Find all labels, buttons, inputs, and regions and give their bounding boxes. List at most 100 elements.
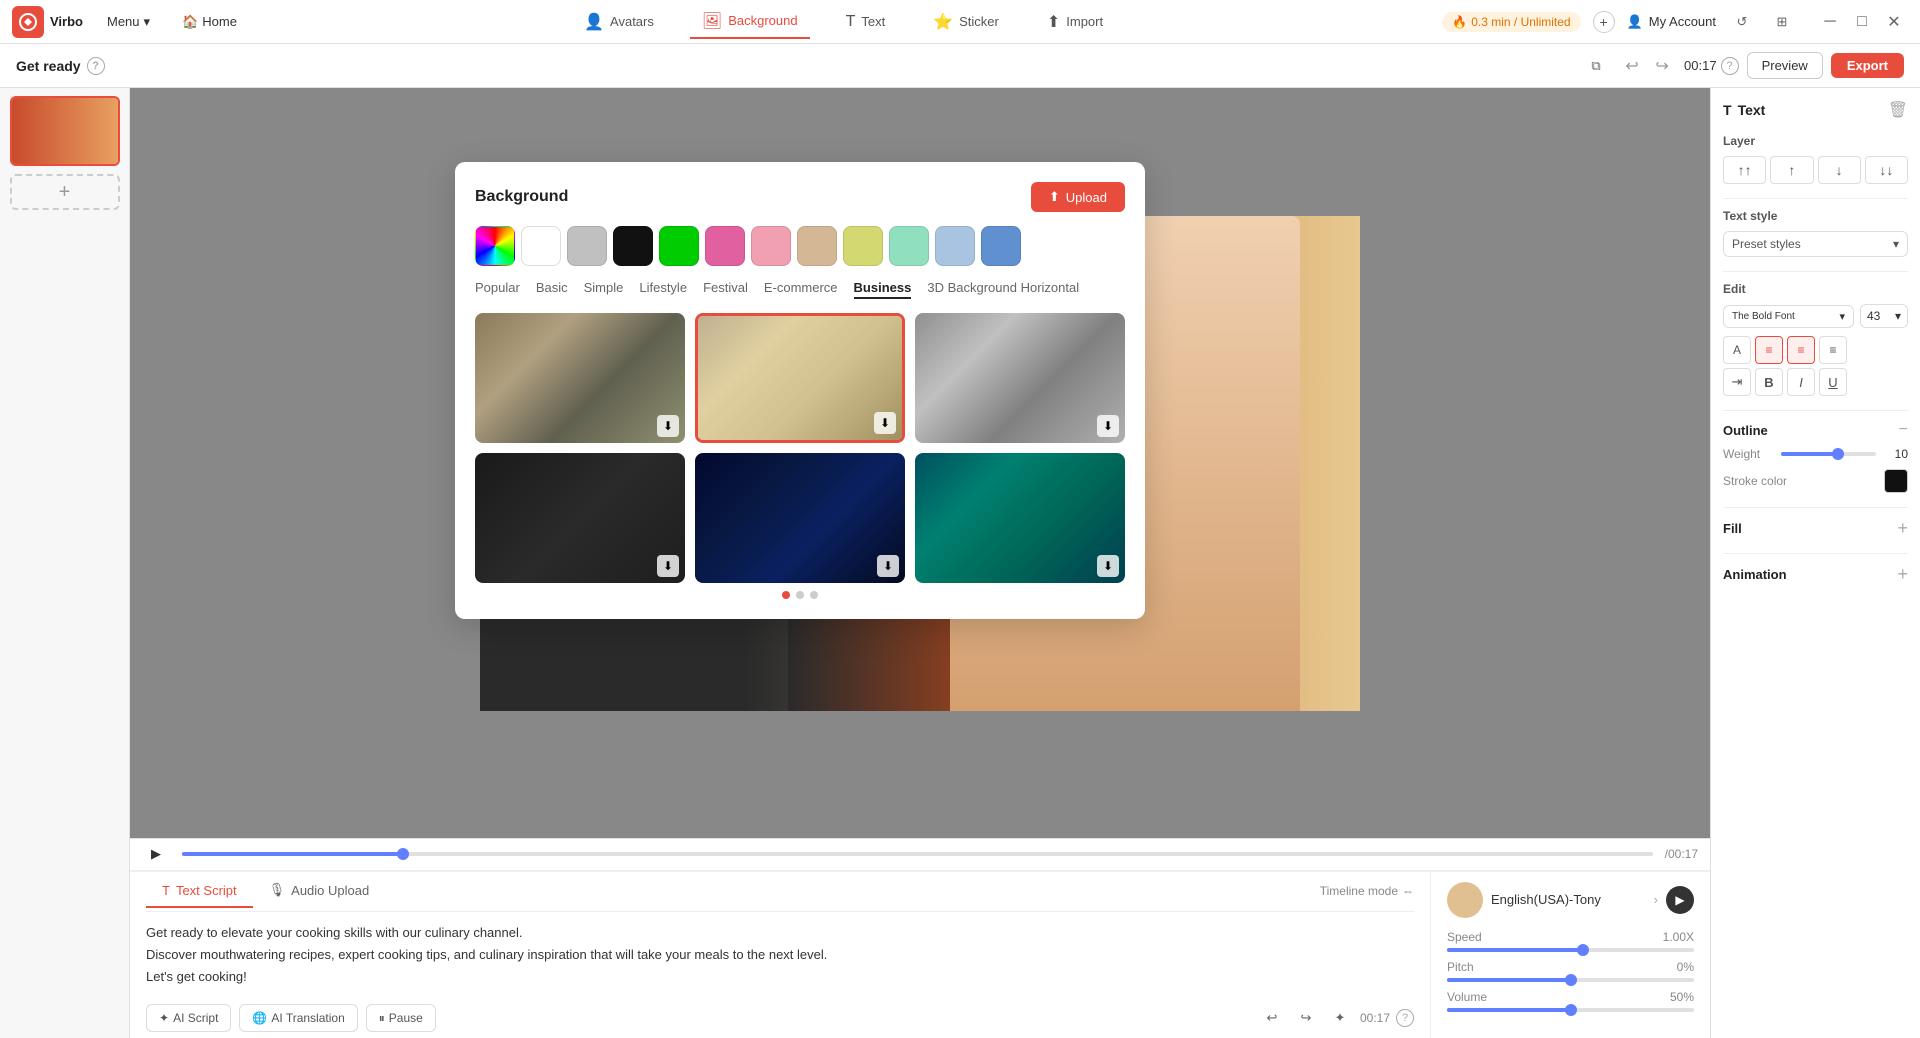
time-help-icon[interactable]: ? xyxy=(1721,57,1739,75)
dot-1[interactable] xyxy=(782,591,790,599)
layer-up-button[interactable]: ↑ xyxy=(1770,156,1813,184)
swatch-white[interactable] xyxy=(521,226,561,266)
delete-icon[interactable]: 🗑 xyxy=(1888,100,1908,120)
bg-item-data1[interactable]: ⬇ xyxy=(695,453,905,583)
script-help-icon[interactable]: ? xyxy=(1396,1009,1414,1027)
account-button[interactable]: 👤 My Account xyxy=(1627,14,1716,30)
top-nav: 👤 Avatars 🖼 Background T Text ⭐ Sticker … xyxy=(572,5,1115,39)
settings-icon[interactable]: ↺ xyxy=(1728,8,1756,36)
bg-item-office3[interactable]: ⬇ xyxy=(915,313,1125,443)
nav-avatars[interactable]: 👤 Avatars xyxy=(572,6,666,38)
redo-button[interactable]: ↪ xyxy=(1648,52,1676,80)
nav-background[interactable]: 🖼 Background xyxy=(690,5,810,39)
bg-item-teal[interactable]: ⬇ xyxy=(915,453,1125,583)
font-select[interactable]: The Bold Font ▾ xyxy=(1723,305,1854,328)
grid-icon[interactable]: ⊞ xyxy=(1768,8,1796,36)
align-center-button[interactable]: ≡ xyxy=(1755,336,1783,364)
voice-arrow[interactable]: › xyxy=(1654,892,1658,907)
bg-item-office1[interactable]: ⬇ xyxy=(475,313,685,443)
progress-track[interactable] xyxy=(182,852,1653,856)
cat-basic[interactable]: Basic xyxy=(536,280,568,299)
weight-slider[interactable] xyxy=(1781,452,1876,456)
minimize-button[interactable]: ─ xyxy=(1816,8,1844,36)
animation-add-button[interactable]: + xyxy=(1897,564,1908,585)
swatch-mint[interactable] xyxy=(889,226,929,266)
fill-add-button[interactable]: + xyxy=(1897,518,1908,539)
swatch-beige[interactable] xyxy=(797,226,837,266)
project-name: Get ready ? xyxy=(16,57,105,75)
font-size-input[interactable]: 43 ▾ xyxy=(1860,304,1908,328)
bold-button[interactable]: B xyxy=(1755,368,1783,396)
ai-script-button[interactable]: ✦ AI Script xyxy=(146,1004,231,1032)
add-scene-button[interactable]: + xyxy=(10,174,120,210)
upload-button[interactable]: ⬆ Upload xyxy=(1031,182,1125,212)
voice-play-button[interactable]: ▶ xyxy=(1666,886,1694,914)
add-credit-button[interactable]: + xyxy=(1593,11,1615,33)
layer-top-button[interactable]: ↑↑ xyxy=(1723,156,1766,184)
cat-business[interactable]: Business xyxy=(854,280,912,299)
color-swatches xyxy=(475,226,1125,266)
swatch-gradient[interactable] xyxy=(475,226,515,266)
pause-button[interactable]: ⏸ Pause xyxy=(366,1004,436,1032)
swatch-lightblue[interactable] xyxy=(935,226,975,266)
swatch-green[interactable] xyxy=(659,226,699,266)
logo-text: Virbo xyxy=(50,14,83,29)
script-bottom-buttons: ✦ AI Script 🌐 AI Translation ⏸ Pause xyxy=(146,998,1414,1038)
cat-3d-background[interactable]: 3D Background Horizontal xyxy=(927,280,1079,299)
close-button[interactable]: ✕ xyxy=(1880,8,1908,36)
nav-sticker[interactable]: ⭐ Sticker xyxy=(921,6,1011,38)
cat-ecommerce[interactable]: E-commerce xyxy=(764,280,838,299)
speed-slider[interactable] xyxy=(1447,948,1694,952)
layer-bottom-button[interactable]: ↓↓ xyxy=(1865,156,1908,184)
cat-popular[interactable]: Popular xyxy=(475,280,520,299)
tab-text-script[interactable]: T Text Script xyxy=(146,875,253,908)
bg-item-dark1[interactable]: ⬇ xyxy=(475,453,685,583)
thumbnail-1[interactable]: 1 xyxy=(10,96,120,166)
play-button[interactable]: ▶ xyxy=(142,840,170,868)
tab-audio-upload[interactable]: 🎙 Audio Upload xyxy=(253,874,386,908)
italic-button[interactable]: I xyxy=(1787,368,1815,396)
undo-button[interactable]: ↩ xyxy=(1618,52,1646,80)
reply-icon[interactable]: ↩ xyxy=(1258,1004,1286,1032)
layer-down-button[interactable]: ↓ xyxy=(1818,156,1861,184)
underline-button[interactable]: U xyxy=(1819,368,1847,396)
swatch-lightgray[interactable] xyxy=(567,226,607,266)
preset-styles-select[interactable]: Preset styles ▾ xyxy=(1723,231,1908,257)
maximize-button[interactable]: □ xyxy=(1848,8,1876,36)
menu-button[interactable]: Menu ▾ xyxy=(99,10,158,34)
align-right-button[interactable]: ≡ xyxy=(1787,336,1815,364)
star-icon[interactable]: ✦ xyxy=(1326,1004,1354,1032)
cat-simple[interactable]: Simple xyxy=(584,280,624,299)
align-justify-button[interactable]: ≡ xyxy=(1819,336,1847,364)
timeline-mode[interactable]: Timeline mode ⇔ xyxy=(1320,884,1414,898)
nav-text[interactable]: T Text xyxy=(834,7,898,37)
swatch-black[interactable] xyxy=(613,226,653,266)
indent-button[interactable]: ⇥ xyxy=(1723,368,1751,396)
swatch-pink[interactable] xyxy=(705,226,745,266)
nav-import[interactable]: ⬆ Import xyxy=(1035,6,1115,38)
bg-item-office2[interactable]: ⬇ xyxy=(695,313,905,443)
cat-festival[interactable]: Festival xyxy=(703,280,748,299)
progress-thumb[interactable] xyxy=(397,848,409,860)
help-icon[interactable]: ? xyxy=(87,57,105,75)
export-button[interactable]: Export xyxy=(1831,53,1904,78)
preview-button[interactable]: Preview xyxy=(1747,52,1823,79)
edit-title: Edit xyxy=(1723,282,1908,296)
cat-lifestyle[interactable]: Lifestyle xyxy=(639,280,687,299)
swatch-lightyellow[interactable] xyxy=(843,226,883,266)
dot-2[interactable] xyxy=(796,591,804,599)
ai-translation-button[interactable]: 🌐 AI Translation xyxy=(239,1004,357,1032)
forward-icon[interactable]: ↪ xyxy=(1292,1004,1320,1032)
background-grid: ⬇ ⬇ ⬇ ⬇ ⬇ xyxy=(475,313,1125,583)
layer-icon[interactable]: ⧉ xyxy=(1582,52,1610,80)
stroke-color-swatch[interactable] xyxy=(1884,469,1908,493)
align-left-button[interactable]: A xyxy=(1723,336,1751,364)
volume-slider[interactable] xyxy=(1447,1008,1694,1012)
outline-collapse[interactable]: − xyxy=(1899,421,1908,439)
swatch-blue[interactable] xyxy=(981,226,1021,266)
swatch-lightpink[interactable] xyxy=(751,226,791,266)
pitch-slider[interactable] xyxy=(1447,978,1694,982)
home-button[interactable]: 🏠 Home xyxy=(174,10,245,34)
undo-redo-controls: ↩ ↪ xyxy=(1618,52,1676,80)
dot-3[interactable] xyxy=(810,591,818,599)
